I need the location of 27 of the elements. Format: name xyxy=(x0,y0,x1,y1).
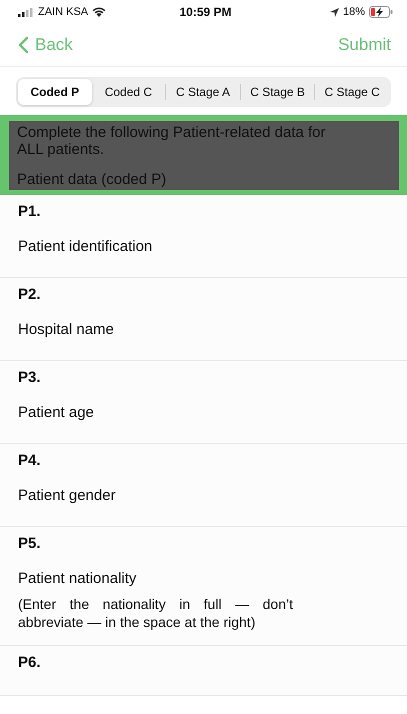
segment-tab[interactable]: Coded P xyxy=(18,79,92,105)
segment-tab[interactable]: Coded C xyxy=(92,79,166,105)
signal-icon xyxy=(18,8,34,16)
location-icon xyxy=(330,8,339,16)
instruction-text: Complete the following Patient-related data for ALL patients. xyxy=(17,124,327,158)
question-label: Patient identification xyxy=(18,238,154,255)
question-label: Patient nationality xyxy=(18,570,138,587)
question-code: P1. xyxy=(18,203,42,220)
question-code: P5. xyxy=(18,535,42,552)
wifi-icon xyxy=(92,7,106,17)
section-title: Patient data (coded P) xyxy=(17,171,168,188)
question-code: P6. xyxy=(18,654,42,671)
chevron-left-icon xyxy=(18,36,29,54)
segment-tab[interactable]: C Stage A xyxy=(166,79,240,105)
segment-tab[interactable]: C Stage B xyxy=(240,79,314,105)
question-code: P3. xyxy=(18,369,42,386)
battery-icon xyxy=(369,6,393,18)
status-time: 10:59 PM xyxy=(179,5,232,19)
carrier-name: ZAIN KSA xyxy=(38,6,88,18)
battery-percent: 18% xyxy=(342,6,365,18)
question-note: (Enter the nationality in full — don’t abbreviate — in the space at the right) xyxy=(18,595,293,631)
question-label: Patient age xyxy=(18,404,95,421)
question-label: Hospital name xyxy=(18,321,115,338)
question-label: Patient gender xyxy=(18,487,117,504)
question-code: P4. xyxy=(18,452,42,469)
question-code: P2. xyxy=(18,286,42,303)
segment-tab[interactable]: C Stage C xyxy=(315,79,389,105)
